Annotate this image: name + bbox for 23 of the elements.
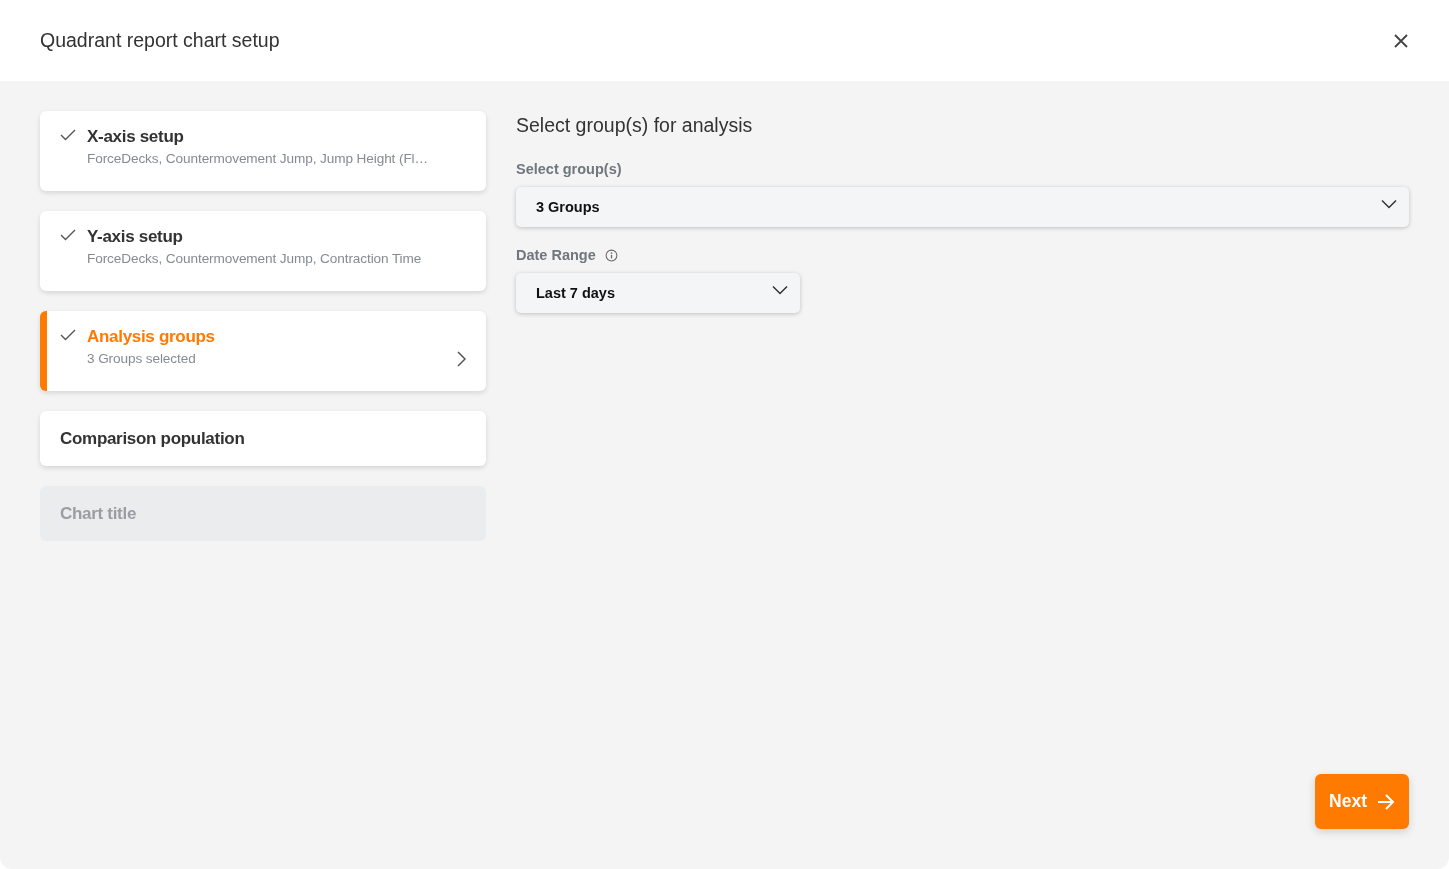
- step-title: Analysis groups: [87, 327, 216, 347]
- step-card[interactable]: Y-axis setup ForceDecks, Countermovement Jump, Contraction Time: [40, 211, 486, 291]
- step-title: X-axis setup: [87, 127, 185, 147]
- field-label: Select group(s): [516, 161, 622, 177]
- step-summary: ForceDecks, Countermovement Jump, Contraction Time: [87, 251, 423, 266]
- panel-heading: Select group(s) for analysis: [516, 114, 754, 137]
- step-summary: ForceDecks, Countermovement Jump, Jump Height (Fl…: [87, 151, 429, 166]
- chevron-right-icon: [456, 351, 466, 367]
- step-title: Chart title: [60, 503, 138, 524]
- step-title: Comparison population: [60, 428, 246, 449]
- field-label: Date Range: [516, 247, 596, 263]
- step-card[interactable]: Comparison population: [40, 411, 486, 466]
- dropdown-select[interactable]: Last 7 days: [516, 273, 800, 313]
- dropdown-select[interactable]: 3 Groups: [516, 187, 1409, 227]
- caret-down-icon: [1381, 199, 1397, 209]
- caret-down-icon: [772, 285, 788, 295]
- step-card[interactable]: Analysis groups 3 Groups selected: [40, 311, 486, 391]
- step-title: Y-axis setup: [87, 227, 184, 247]
- info-icon[interactable]: [604, 248, 618, 262]
- step-summary: 3 Groups selected: [87, 351, 197, 366]
- dialog-title: Quadrant report chart setup: [40, 29, 280, 52]
- arrow-right-icon: [1377, 793, 1395, 810]
- step-card[interactable]: X-axis setup ForceDecks, Countermovement Jump, Jump Height (Fl…: [40, 111, 486, 191]
